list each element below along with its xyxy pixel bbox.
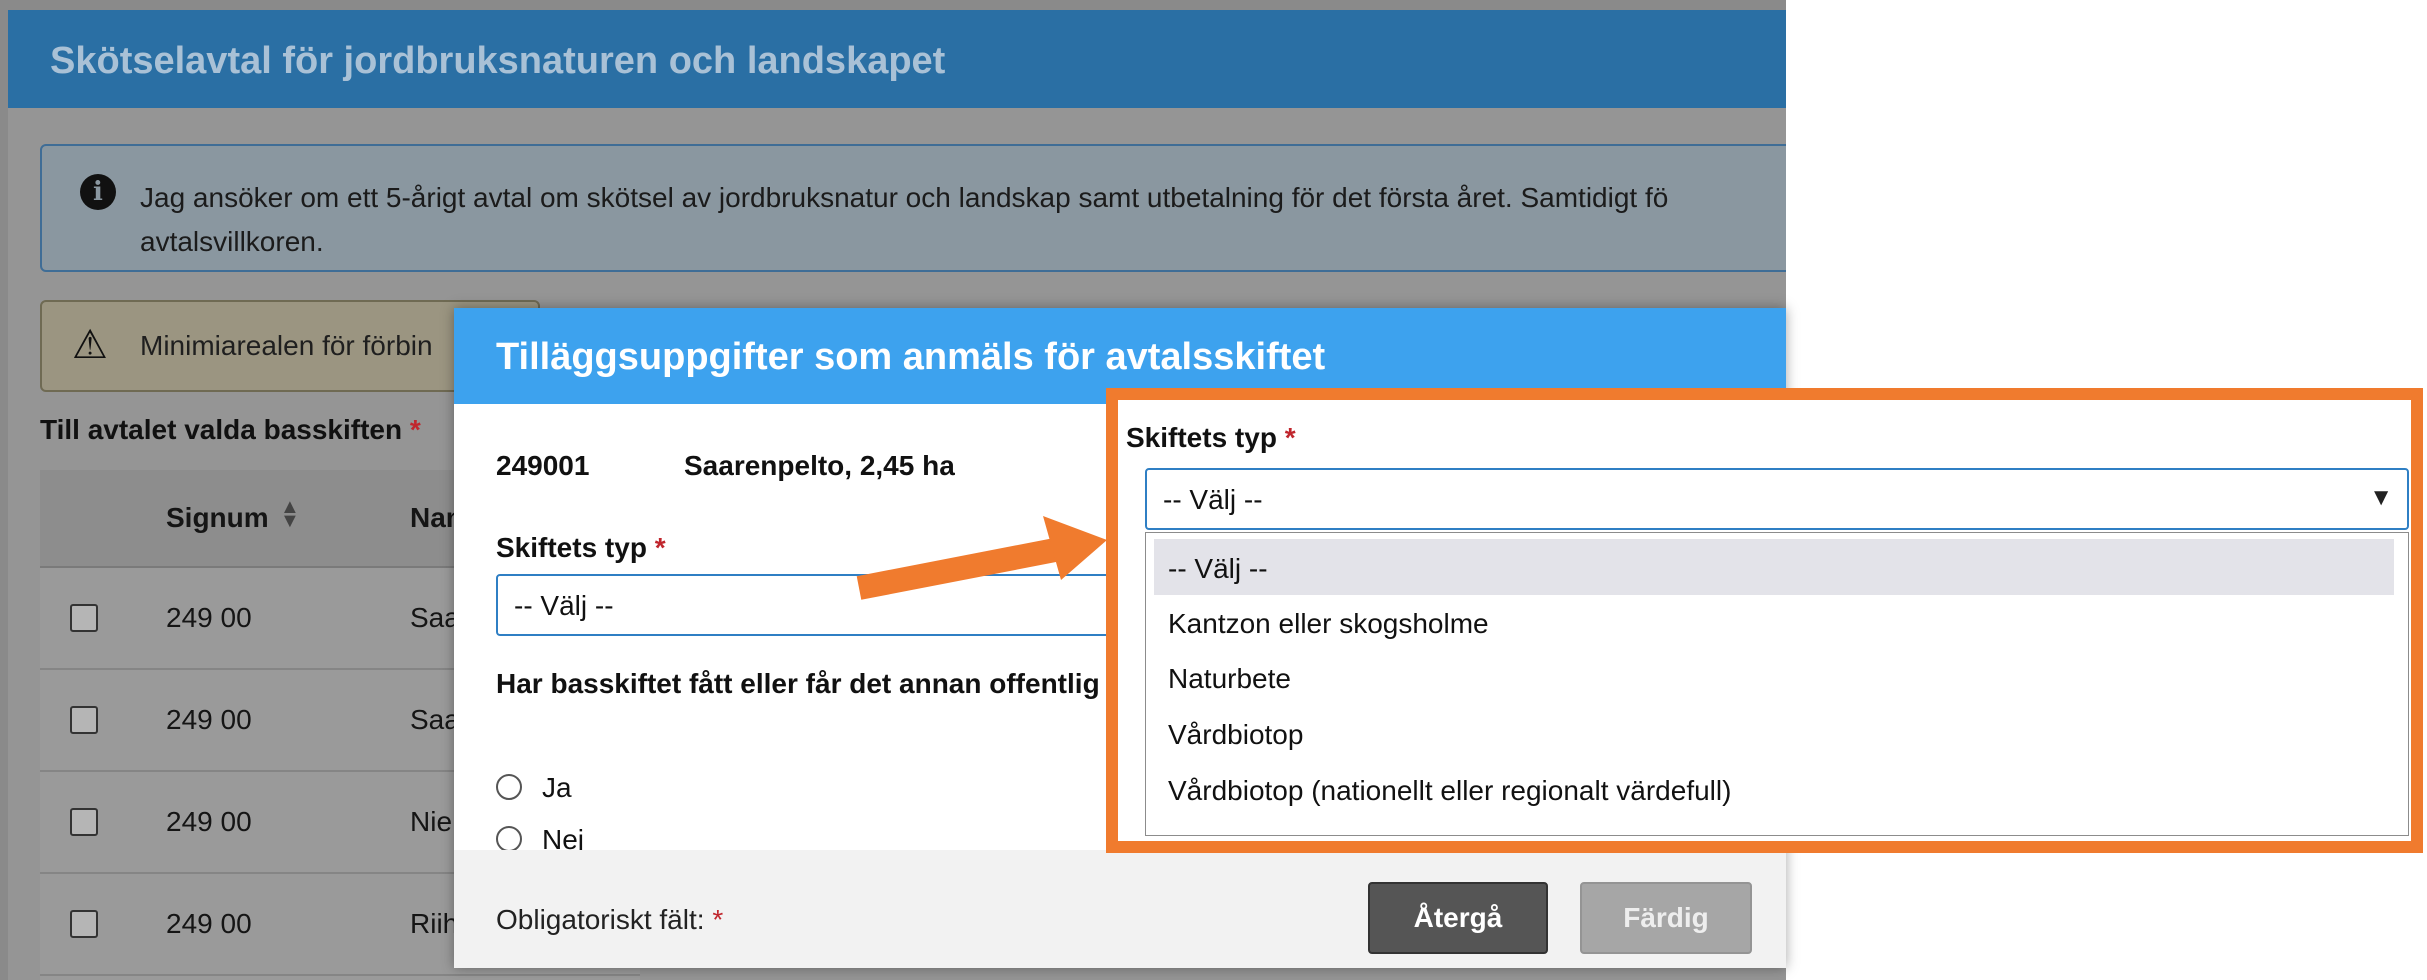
option-label: Naturbete xyxy=(1168,663,1291,694)
option-item[interactable]: Vårdbiotop xyxy=(1154,705,2394,761)
warning-triangle-icon: ⚠ xyxy=(72,322,108,368)
row-checkbox[interactable] xyxy=(70,808,98,836)
page-header: Skötselavtal för jordbruksnaturen och la… xyxy=(8,10,1786,108)
option-label: Kantzon eller skogsholme xyxy=(1168,608,1489,639)
radio-button[interactable] xyxy=(496,774,522,800)
page-title: Skötselavtal för jordbruksnaturen och la… xyxy=(50,40,946,82)
option-item[interactable]: -- Välj -- xyxy=(1154,539,2394,595)
row-checkbox[interactable] xyxy=(70,706,98,734)
option-label: Vårdbiotop xyxy=(1168,719,1304,750)
info-alert: i Jag ansöker om ett 5-årigt avtal om sk… xyxy=(40,144,1786,272)
zoom-callout: Skiftets typ * -- Välj -- ▼ -- Välj -- K… xyxy=(1106,388,2423,853)
arrow-head xyxy=(1043,516,1107,580)
option-label: -- Välj -- xyxy=(1168,553,1268,584)
required-mark: * xyxy=(1284,422,1296,453)
callout-select-value: -- Välj -- xyxy=(1163,484,1263,515)
radio-button[interactable] xyxy=(496,826,522,852)
row-signum: 249 00 xyxy=(166,704,252,735)
callout-type-label-text: Skiftets typ xyxy=(1126,422,1277,453)
sort-icon[interactable]: ▲ ▼ xyxy=(280,497,300,531)
required-field-note: Obligatoriskt fält: * xyxy=(496,904,723,936)
arrow-shaft xyxy=(856,538,1058,600)
selected-parcels-label-text: Till avtalet valda basskiften xyxy=(40,414,403,445)
other-funding-question: Har basskiftet fått eller får det annan … xyxy=(496,668,1100,699)
row-name: Nie xyxy=(410,806,453,837)
selected-parcels-label: Till avtalet valda basskiften * xyxy=(40,414,421,446)
parcel-type-label-text: Skiftets typ xyxy=(496,532,647,563)
option-item[interactable]: Vårdbiotop (nationellt eller regionalt v… xyxy=(1154,761,2394,817)
info-alert-text: Jag ansöker om ett 5-årigt avtal om sköt… xyxy=(140,182,1669,257)
warning-alert-text: Minimiarealen för förbin xyxy=(140,330,433,361)
radio-label-yes: Ja xyxy=(542,772,572,803)
row-signum: 249 00 xyxy=(166,806,252,837)
row-signum: 249 00 xyxy=(166,602,252,633)
callout-type-select[interactable]: -- Välj -- ▼ xyxy=(1145,468,2409,530)
parcel-type-label: Skiftets typ * xyxy=(496,532,666,564)
row-checkbox[interactable] xyxy=(70,910,98,938)
parcel-name: Saarenpelto, 2,45 ha xyxy=(684,450,955,481)
row-checkbox[interactable] xyxy=(70,604,98,632)
required-mark: * xyxy=(409,414,421,445)
row-name: Saa xyxy=(410,704,460,735)
option-item[interactable]: Kantzon eller skogsholme xyxy=(1154,594,2394,650)
row-signum: 249 00 xyxy=(166,908,252,939)
dialog-footer: Obligatoriskt fält: * Återgå Färdig xyxy=(454,850,1786,968)
required-mark: * xyxy=(654,532,666,563)
type-options-list: -- Välj -- Kantzon eller skogsholme Natu… xyxy=(1145,532,2409,836)
parcel-type-select-value: -- Välj -- xyxy=(514,590,614,621)
option-label: Vårdbiotop (nationellt eller regionalt v… xyxy=(1168,775,1732,806)
required-field-note-text: Obligatoriskt fält: xyxy=(496,904,705,935)
annotation-arrow-icon xyxy=(856,516,1107,600)
parcel-code: 249001 xyxy=(496,450,590,481)
dialog-title: Tilläggsuppgifter som anmäls för avtalss… xyxy=(496,336,1326,378)
option-item[interactable]: Naturbete xyxy=(1154,649,2394,705)
row-name: Saa xyxy=(410,602,460,633)
callout-type-label: Skiftets typ * xyxy=(1126,422,1296,454)
chevron-down-icon[interactable]: ▼ xyxy=(2369,484,2393,512)
done-button[interactable]: Färdig xyxy=(1580,882,1752,954)
back-button[interactable]: Återgå xyxy=(1368,882,1548,954)
row-name: Riih xyxy=(410,908,459,939)
column-header-signum[interactable]: Signum xyxy=(166,502,269,534)
required-mark: * xyxy=(712,904,724,935)
info-circle-icon: i xyxy=(80,174,116,210)
